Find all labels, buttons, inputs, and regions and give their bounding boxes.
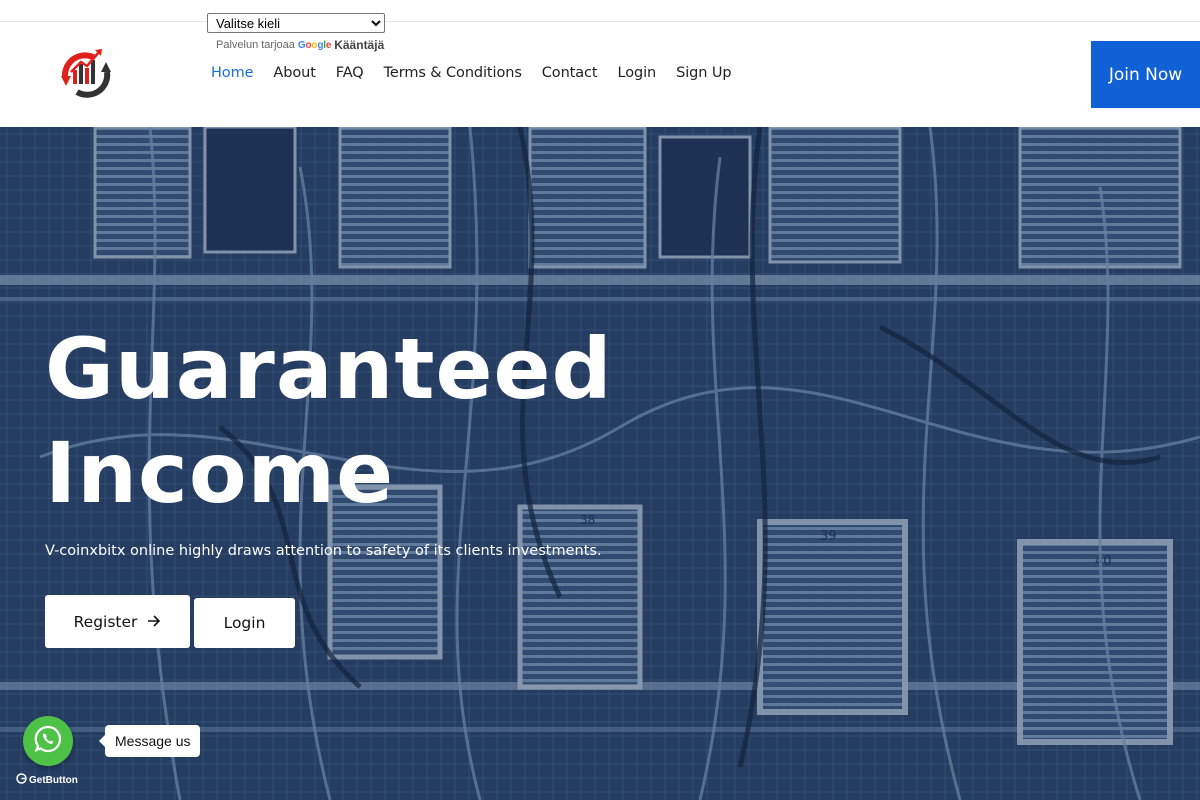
nav-about[interactable]: About [273,65,315,81]
translate-powered-by: Palvelun tarjoaa Google Kääntäjä [216,38,384,52]
getbutton-credit[interactable]: GetButton [16,773,78,787]
hero-title: Guaranteed Income [45,317,613,525]
google-logo: Google [297,39,332,51]
language-select[interactable]: Valitse kieli [207,13,385,33]
hero-section: 38 39 40 Guaranteed Income V-coinxbitx o… [0,127,1200,800]
translate-bar [0,0,1200,22]
hero-title-line1: Guaranteed [45,320,613,418]
nav-contact[interactable]: Contact [542,65,598,81]
powered-by-text: Palvelun tarjoaa [216,39,295,51]
join-now-button[interactable]: Join Now [1091,41,1200,108]
main-nav: Home About FAQ Terms & Conditions Contac… [211,65,751,81]
nav-signup[interactable]: Sign Up [676,65,731,81]
chart-arrows-logo-icon[interactable] [55,46,117,102]
nav-terms[interactable]: Terms & Conditions [384,65,522,81]
hero-login-button[interactable]: Login [194,598,295,648]
getbutton-label: GetButton [29,774,78,786]
hero-title-line2: Income [45,424,395,522]
arrow-right-icon [147,613,161,631]
nav-faq[interactable]: FAQ [336,65,364,81]
whatsapp-icon [33,724,63,759]
nav-login[interactable]: Login [618,65,657,81]
register-label: Register [73,612,138,631]
getbutton-logo-icon [16,773,27,787]
hero-subtitle: V-coinxbitx online highly draws attentio… [45,543,602,559]
site-header: Home About FAQ Terms & Conditions Contac… [0,22,1200,127]
message-us-bubble[interactable]: Message us [98,725,201,757]
register-button[interactable]: Register [45,595,190,648]
nav-home[interactable]: Home [211,65,254,81]
whatsapp-button[interactable] [23,716,73,766]
translate-link[interactable]: Kääntäjä [334,38,384,52]
